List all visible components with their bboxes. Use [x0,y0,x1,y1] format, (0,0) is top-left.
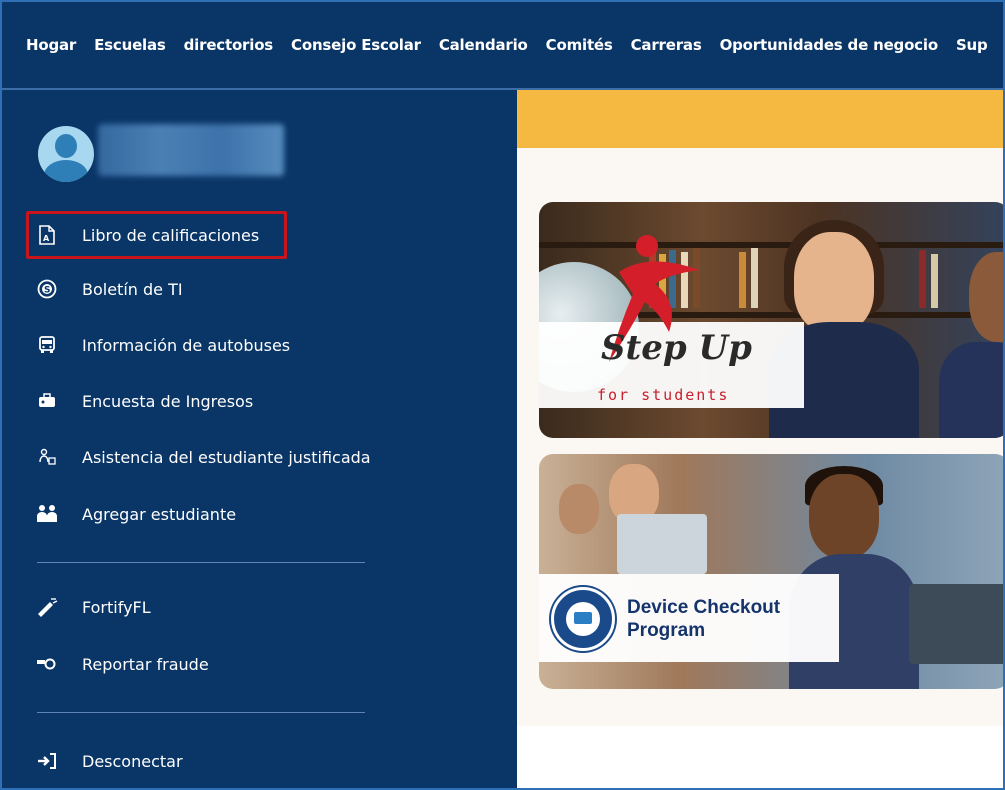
sidebar-item-report-fraud[interactable]: Reportar fraude [36,648,209,680]
student-face [809,474,879,559]
nav-hogar[interactable]: Hogar [26,36,76,54]
sidebar-item-label: Asistencia del estudiante justificada [82,447,371,467]
sidebar-item-bus-info[interactable]: Información de autobuses [36,329,290,361]
sidebar-divider [37,712,365,713]
background-student [559,484,599,534]
device-checkout-card[interactable]: Device Checkout Program [539,454,1003,689]
laptop [909,584,1003,664]
device-checkout-title-line1: Device Checkout [627,597,781,618]
app-window: Hogar Escuelas directorios Consejo Escol… [0,0,1005,790]
sidebar-item-label: Desconectar [82,751,183,771]
top-navigation: Hogar Escuelas directorios Consejo Escol… [2,2,1003,90]
income-survey-icon [36,390,58,412]
book [739,252,746,308]
nav-comites[interactable]: Comités [546,36,613,54]
nav-escuelas[interactable]: Escuelas [94,36,166,54]
add-student-icon [36,503,58,525]
school-district-seal-icon [551,587,615,651]
sidebar-item-label: FortifyFL [82,597,151,617]
svg-text:S: S [44,286,50,296]
sidebar-item-label: Boletín de TI [82,279,183,299]
sidebar-item-label: Encuesta de Ingresos [82,391,254,411]
nav-sup[interactable]: Sup [956,36,988,54]
sidebar-item-label: Agregar estudiante [82,504,237,524]
nav-oportunidades-de-negocio[interactable]: Oportunidades de negocio [720,36,939,54]
sidebar-item-add-student[interactable]: Agregar estudiante [36,498,236,530]
student-face [969,252,1003,342]
sidebar-item-logout[interactable]: Desconectar [36,745,183,777]
sidebar-item-label: Información de autobuses [82,335,291,355]
bulletin-icon: S [36,278,58,300]
sidebar-divider [37,562,365,563]
sidebar [2,90,517,788]
sidebar-item-label: Libro de calificaciones [82,225,260,245]
user-avatar-icon[interactable] [38,126,94,182]
sidebar-item-gradebook[interactable]: A Libro de calificaciones [36,219,259,251]
sidebar-item-label: Reportar fraude [82,654,209,674]
sidebar-item-excused-attendance[interactable]: Asistencia del estudiante justificada [36,441,371,473]
sign-out-icon [36,750,58,772]
bus-icon [36,334,58,356]
gradebook-icon: A [36,224,58,246]
nav-carreras[interactable]: Carreras [631,36,702,54]
sidebar-item-fortifyfl[interactable]: FortifyFL [36,591,151,623]
book [751,248,758,308]
step-up-card[interactable]: Step Up for students [539,202,1003,438]
student-shirt [939,342,1003,438]
step-up-subtitle: for students [597,386,730,404]
nav-consejo-escolar[interactable]: Consejo Escolar [291,36,421,54]
svg-text:A: A [43,234,50,243]
attendance-icon [36,446,58,468]
avatar-body [44,160,88,182]
megaphone-icon [36,596,58,618]
book [931,254,938,308]
main-content: Step Up for students Device Checkout Pro… [517,90,1003,788]
nav-calendario[interactable]: Calendario [439,36,528,54]
sidebar-item-bulletin[interactable]: S Boletín de TI [36,273,183,305]
laptop [617,514,707,574]
sidebar-item-income-survey[interactable]: Encuesta de Ingresos [36,385,253,417]
step-up-title: Step Up [601,328,752,368]
device-checkout-title-line2: Program [627,620,706,641]
book [919,250,926,308]
whistle-icon [36,653,58,675]
nav-directorios[interactable]: directorios [184,36,274,54]
student-face [794,232,874,332]
seal-book [574,612,592,624]
device-checkout-title: Device Checkout Program [627,596,780,642]
avatar-head [55,134,77,158]
user-name-redacted [98,124,284,176]
announcement-band [517,90,1003,148]
